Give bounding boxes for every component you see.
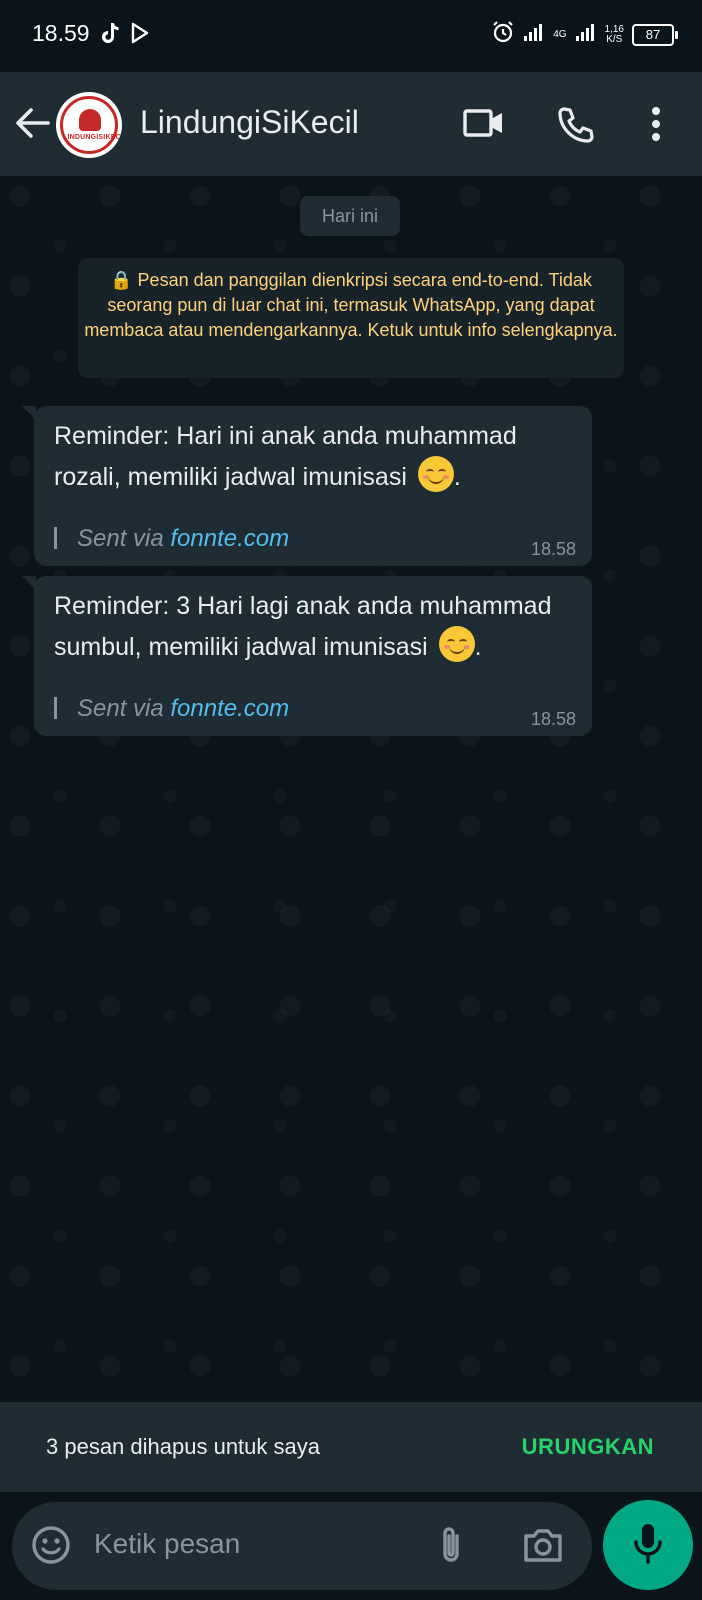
battery-indicator: 87 [632, 23, 678, 46]
network-type: 4G [553, 28, 567, 40]
microphone-icon [633, 1522, 663, 1569]
emoji-icon[interactable] [30, 1524, 72, 1571]
message-text: Reminder: 3 Hari lagi anak anda muhammad… [54, 592, 552, 662]
sent-via-footer: Sent via fonnte.com [54, 519, 572, 559]
chat-area[interactable]: Hari ini 🔒 Pesan dan panggilan dienkrips… [0, 176, 702, 1402]
smiling-face-icon [417, 456, 454, 492]
shield-icon [79, 109, 101, 131]
status-bar: 18.59 4G 1,16 K/S 87 [0, 0, 702, 72]
phone-icon[interactable] [556, 106, 596, 149]
message-input[interactable]: Ketik pesan [94, 1528, 240, 1560]
message-bubble[interactable]: Reminder: Hari ini anak anda muhammad ro… [22, 406, 592, 566]
quote-bar [54, 697, 57, 719]
attachment-icon[interactable] [438, 1524, 464, 1571]
network-speed-unit: K/S [606, 33, 623, 45]
sent-via-label: Sent via [77, 525, 171, 552]
message-input-box[interactable]: Ketik pesan [12, 1502, 592, 1590]
chat-header: LINDUNGISIKECIL LindungiSiKecil [0, 72, 702, 176]
message-body: Reminder: 3 Hari lagi anak anda muhammad… [54, 592, 552, 661]
more-options-icon[interactable] [650, 106, 662, 147]
mic-button[interactable] [603, 1500, 693, 1590]
avatar[interactable]: LINDUNGISIKECIL [56, 92, 122, 158]
message-bubble[interactable]: Reminder: 3 Hari lagi anak anda muhammad… [22, 576, 592, 736]
sent-via-footer: Sent via fonnte.com [54, 689, 572, 729]
undo-button[interactable]: URUNGKAN [522, 1434, 654, 1460]
status-indicators: 4G 1,16 K/S 87 [491, 20, 678, 49]
encryption-notice[interactable]: 🔒 Pesan dan panggilan dienkripsi secara … [78, 258, 624, 378]
camera-icon[interactable] [522, 1526, 564, 1569]
deleted-messages-bar: 3 pesan dihapus untuk saya URUNGKAN [0, 1402, 702, 1492]
sent-via-label: Sent via [77, 695, 171, 722]
encryption-notice-text: 🔒 Pesan dan panggilan dienkripsi secara … [84, 270, 618, 340]
date-chip: Hari ini [300, 196, 400, 236]
alarm-icon [491, 20, 515, 49]
message-text: Reminder: Hari ini anak anda muhammad ro… [54, 422, 517, 492]
sent-via-link[interactable]: fonnte.com [170, 695, 289, 722]
network-speed: 1,16 K/S [605, 24, 624, 45]
message-time: 18.58 [530, 709, 576, 729]
back-arrow-icon[interactable] [14, 106, 50, 145]
deleted-messages-text: 3 pesan dihapus untuk saya [46, 1434, 320, 1459]
status-app-icons [100, 22, 150, 49]
composer: Ketik pesan [0, 1492, 702, 1600]
signal-icon-2 [575, 22, 597, 47]
smiling-face-icon [438, 626, 475, 662]
video-call-icon[interactable] [462, 106, 506, 145]
message-time: 18.58 [530, 539, 576, 559]
chat-title[interactable]: LindungiSiKecil [140, 104, 359, 141]
play-store-icon [130, 22, 150, 49]
tiktok-icon [100, 22, 120, 49]
avatar-logo-text: LINDUNGISIKECIL [63, 134, 122, 141]
avatar-logo: LINDUNGISIKECIL [60, 96, 122, 154]
status-time: 18.59 [32, 20, 90, 46]
signal-icon [523, 22, 545, 47]
sent-via-link[interactable]: fonnte.com [170, 525, 289, 552]
quote-bar [54, 527, 57, 549]
